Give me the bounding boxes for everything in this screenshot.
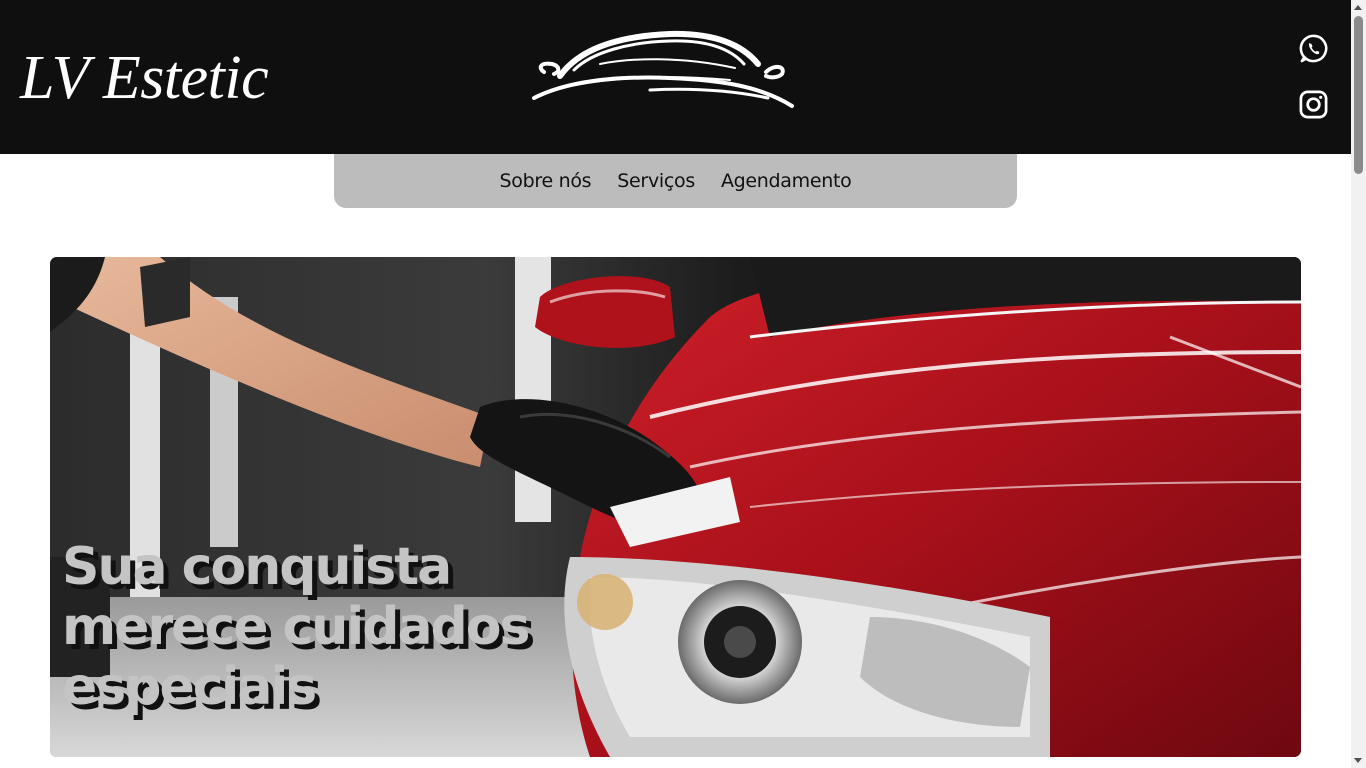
nav-link-servicos[interactable]: Serviços bbox=[617, 170, 695, 192]
car-silhouette-icon bbox=[532, 30, 794, 108]
hero-title: Sua conquista merece cuidados especiais bbox=[62, 537, 530, 717]
nav-link-sobre[interactable]: Sobre nós bbox=[500, 170, 592, 192]
scrollbar-thumb[interactable] bbox=[1354, 16, 1363, 174]
brand-name[interactable]: LV Estetic bbox=[20, 38, 269, 118]
page-scrollbar[interactable] bbox=[1351, 0, 1366, 768]
hero-banner: Sua conquista merece cuidados especiais bbox=[50, 257, 1301, 757]
whatsapp-icon[interactable] bbox=[1298, 33, 1329, 64]
instagram-icon[interactable] bbox=[1298, 89, 1329, 120]
site-header: LV Estetic bbox=[0, 0, 1351, 154]
scroll-down-arrow-icon[interactable] bbox=[1354, 758, 1362, 763]
nav-link-agendamento[interactable]: Agendamento bbox=[721, 170, 852, 192]
scroll-up-arrow-icon[interactable] bbox=[1354, 5, 1362, 10]
main-nav: Sobre nós Serviços Agendamento bbox=[334, 154, 1017, 208]
